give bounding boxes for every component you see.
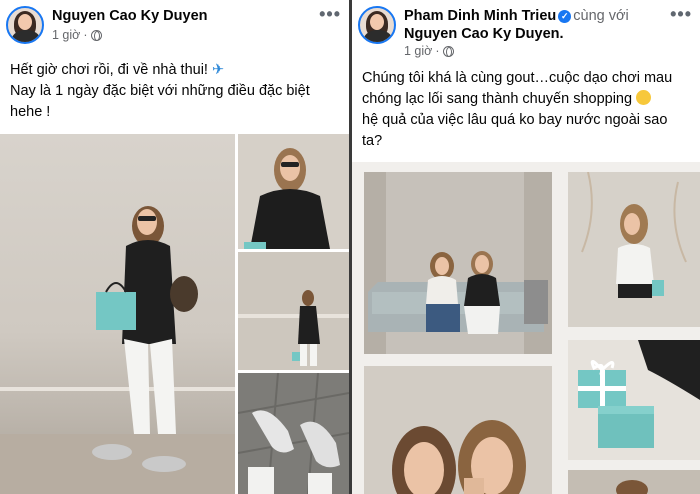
post-line: Hết giờ chơi rồi, đi về nhà thui! (10, 62, 208, 78)
post-text: Hết giờ chơi rồi, đi về nhà thui! ✈ Nay … (10, 60, 339, 123)
post-meta: 1 giờ · (404, 44, 454, 58)
woman-figure (92, 206, 198, 472)
globe-icon (90, 29, 102, 41)
photo-sofa[interactable] (364, 172, 552, 354)
author-name[interactable]: Pham Dinh Minh Trieu (404, 8, 556, 24)
woman-figure (238, 290, 349, 366)
photo-more[interactable] (568, 470, 700, 494)
gift-box (568, 340, 700, 460)
photo-thumb-3[interactable] (238, 373, 349, 494)
post-line: ta? (362, 133, 383, 149)
two-women-on-sofa (364, 172, 552, 354)
photo-thumb-2[interactable] (238, 252, 349, 370)
airplane-icon: ✈ (211, 62, 225, 78)
sneakers (238, 373, 349, 494)
post-card-right: Pham Dinh Minh Trieu ✓ cùng với Nguyen Cao… (352, 0, 700, 494)
post-line: Chúng tôi khá là cùng gout…cuộc dạo chơi… (362, 70, 673, 86)
laughing-face-icon (636, 90, 652, 105)
two-women-selfie (364, 366, 552, 494)
woman-figure (581, 172, 687, 298)
avatar[interactable] (6, 6, 44, 44)
woman-figure (244, 148, 330, 249)
photo-tiffany-box[interactable] (568, 340, 700, 460)
post-line: hệ quả của việc lâu quá ko bay nước ngoà… (362, 112, 668, 128)
photo-selfie[interactable] (364, 366, 552, 494)
with-label: cùng với (573, 8, 629, 24)
avatar[interactable] (358, 6, 396, 44)
globe-icon (442, 45, 454, 57)
post-line: hehe ! (10, 104, 51, 120)
more-options-icon[interactable]: ••• (670, 4, 692, 25)
verified-badge-icon: ✓ (558, 10, 572, 23)
author-name[interactable]: Nguyen Cao Ky Duyen (52, 8, 208, 24)
post-line: chóng lạc lối sang thành chuyến shopping (362, 91, 633, 107)
tagged-line: Nguyen Cao Ky Duyen. (404, 26, 564, 42)
photo-thumb-1[interactable] (238, 134, 349, 249)
photo-standing[interactable] (568, 172, 700, 327)
photo-main[interactable] (0, 134, 235, 494)
tagged-suffix: . (559, 26, 564, 42)
post-card-left: Nguyen Cao Ky Duyen 1 giờ · ••• Hết giờ … (0, 0, 349, 494)
post-header: Nguyen Cao Ky Duyen 1 giờ · ••• (6, 4, 343, 48)
post-text: Chúng tôi khá là cùng gout…cuộc dạo chơi… (362, 68, 686, 152)
post-meta: 1 giờ · (52, 28, 102, 42)
tagged-name[interactable]: Nguyen Cao Ky Duyen (404, 26, 560, 42)
post-time[interactable]: 1 giờ (52, 28, 80, 42)
post-line: Nay là 1 ngày đặc biệt với những điều đặ… (10, 83, 310, 99)
post-time[interactable]: 1 giờ (404, 44, 432, 58)
more-options-icon[interactable]: ••• (319, 4, 341, 25)
post-header: Pham Dinh Minh Trieu ✓ cùng với Nguyen Cao… (358, 4, 694, 58)
author-line: Pham Dinh Minh Trieu ✓ cùng với (404, 8, 629, 24)
